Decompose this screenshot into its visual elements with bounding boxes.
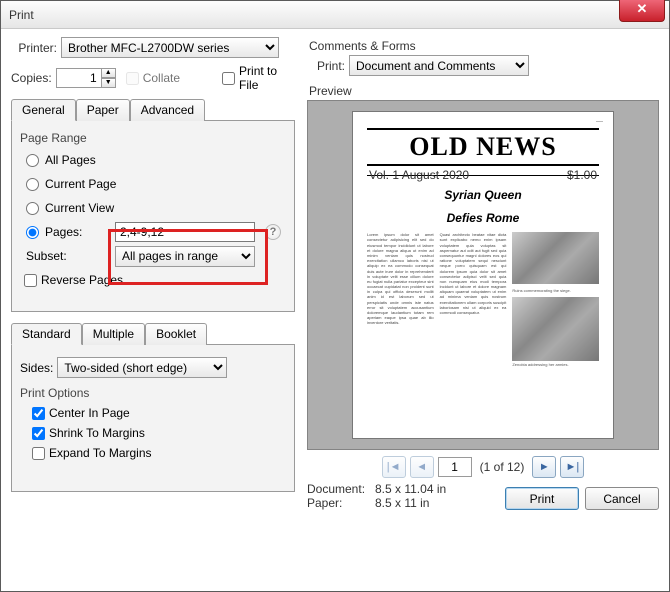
copies-input[interactable]	[56, 68, 102, 88]
radio-current-page[interactable]	[26, 178, 39, 191]
help-icon[interactable]: ?	[265, 224, 281, 240]
expand-to-margins-checkbox[interactable]	[32, 447, 45, 460]
preview-group: Preview	[309, 84, 659, 98]
current-view-label: Current View	[45, 201, 114, 215]
copies-down[interactable]: ▼	[101, 78, 116, 88]
tab-paper[interactable]: Paper	[76, 99, 130, 121]
cancel-button[interactable]: Cancel	[585, 487, 659, 510]
comments-forms-group: Comments & Forms	[309, 39, 659, 53]
print-button[interactable]: Print	[505, 487, 579, 510]
center-in-page-checkbox[interactable]	[32, 407, 45, 420]
preview-caption-2: Zenobia addressing her armies.	[512, 362, 599, 367]
sides-label: Sides:	[20, 361, 53, 375]
paper-size-label: Paper:	[307, 496, 375, 510]
radio-all-pages[interactable]	[26, 154, 39, 167]
titlebar: Print ✕	[1, 1, 669, 29]
print-to-file-checkbox[interactable]	[222, 72, 235, 85]
reverse-pages-checkbox[interactable]	[24, 274, 37, 287]
pages-label: Pages:	[45, 225, 115, 239]
comments-print-label: Print:	[317, 59, 345, 73]
print-options-group: Print Options	[20, 386, 286, 400]
subset-select[interactable]: All pages in range	[115, 246, 255, 267]
preview-image-2	[512, 297, 599, 361]
copies-label: Copies:	[11, 71, 52, 85]
nav-last-button[interactable]: ►|	[560, 456, 584, 478]
document-size-value: 8.5 x 11.04 in	[375, 482, 446, 496]
nav-prev-button[interactable]: ◄	[410, 456, 434, 478]
preview-col-2: Quasi architecto beatae vitae dicta sunt…	[440, 232, 507, 367]
nav-first-button[interactable]: |◄	[382, 456, 406, 478]
expand-to-margins-label: Expand To Margins	[49, 446, 152, 460]
nav-page-count: (1 of 12)	[480, 460, 525, 474]
close-button[interactable]: ✕	[619, 0, 665, 22]
tab-booklet[interactable]: Booklet	[145, 323, 207, 345]
nav-page-input[interactable]	[438, 457, 472, 477]
current-page-label: Current Page	[45, 177, 116, 191]
print-dialog: Print ✕ Printer: Brother MFC-L2700DW ser…	[0, 0, 670, 592]
preview-col-3: Ruins commemorating the siege. Zenobia a…	[512, 232, 599, 367]
center-in-page-label: Center In Page	[49, 406, 130, 420]
reverse-pages-label: Reverse Pages	[41, 273, 123, 287]
sides-select[interactable]: Two-sided (short edge)	[57, 357, 227, 378]
radio-pages[interactable]	[26, 226, 39, 239]
shrink-to-margins-checkbox[interactable]	[32, 427, 45, 440]
preview-headline: Syrian Queen Defies Rome	[367, 180, 599, 226]
subset-label: Subset:	[26, 249, 115, 263]
all-pages-label: All Pages	[45, 153, 96, 167]
printer-select[interactable]: Brother MFC-L2700DW series	[61, 37, 279, 58]
shrink-to-margins-label: Shrink To Margins	[49, 426, 145, 440]
comments-print-select[interactable]: Document and Comments	[349, 55, 529, 76]
preview-image-1	[512, 232, 599, 284]
radio-current-view[interactable]	[26, 202, 39, 215]
pages-input[interactable]	[115, 222, 255, 242]
preview-col-1: Lorem ipsum dolor sit amet consectetur a…	[367, 232, 434, 367]
tab-multiple[interactable]: Multiple	[82, 323, 145, 345]
print-to-file-label: Print to File	[239, 64, 283, 92]
copies-up[interactable]: ▲	[101, 68, 116, 78]
preview-dateline-right: $1.00	[567, 168, 597, 175]
collate-checkbox	[126, 72, 139, 85]
window-title: Print	[9, 8, 34, 22]
tab-general[interactable]: General	[11, 99, 76, 121]
preview-pane: — OLD NEWS Vol. 1 August 2020 $1.00 Syria…	[307, 100, 659, 450]
preview-page: — OLD NEWS Vol. 1 August 2020 $1.00 Syria…	[353, 112, 613, 438]
printer-label: Printer:	[11, 41, 57, 55]
tab-standard[interactable]: Standard	[11, 323, 82, 345]
page-range-group: Page Range	[20, 131, 286, 145]
preview-dateline-left: Vol. 1 August 2020	[369, 168, 469, 175]
preview-masthead: OLD NEWS	[367, 128, 599, 166]
nav-next-button[interactable]: ►	[532, 456, 556, 478]
paper-size-value: 8.5 x 11 in	[375, 496, 429, 510]
collate-label: Collate	[143, 71, 180, 85]
preview-page-folio: —	[596, 118, 603, 125]
tab-advanced[interactable]: Advanced	[130, 99, 205, 121]
document-size-label: Document:	[307, 482, 375, 496]
preview-caption-1: Ruins commemorating the siege.	[512, 288, 599, 293]
